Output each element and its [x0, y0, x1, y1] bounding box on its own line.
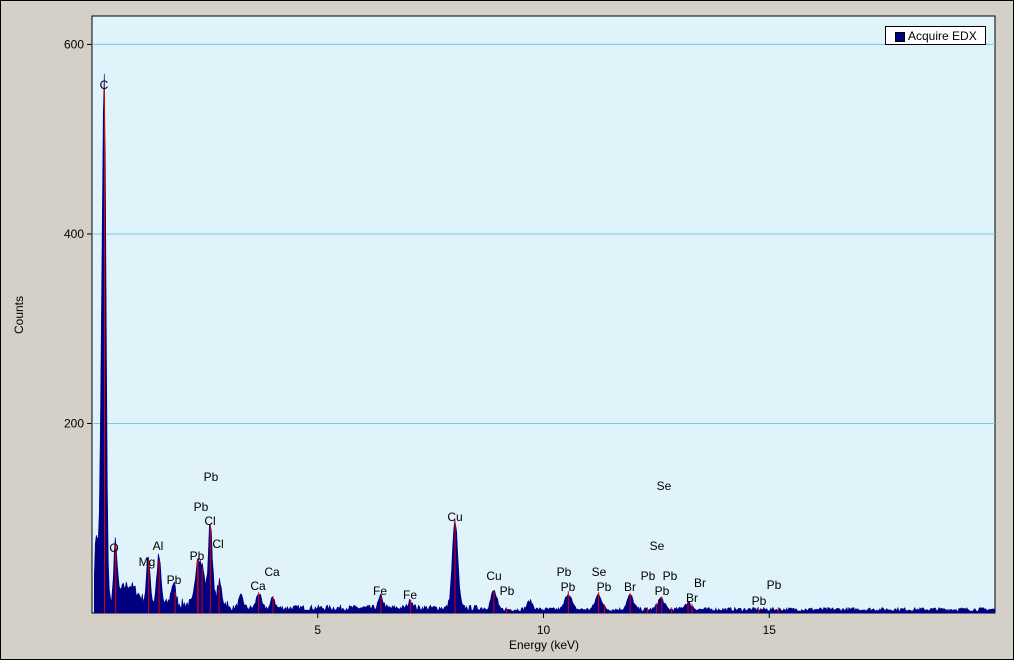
edx-spectrum-chart: COMgAlPbPbPbPbClClCaCaFe FeCuCuPbPbPbSePb…: [12, 15, 996, 652]
peak-label-se-19: Se: [592, 565, 607, 579]
y-axis-title: Counts: [12, 296, 26, 334]
peak-label-pb-24: Pb: [663, 569, 678, 583]
peak-label-br-21: Br: [624, 580, 636, 594]
peak-label-pb-7: Pb: [204, 470, 219, 484]
peak-label-c-0: C: [100, 78, 109, 92]
peak-label-pb-4: Pb: [167, 573, 182, 587]
peak-label-br-27: Br: [694, 576, 706, 590]
legend-entry-acquire-edx: Acquire EDX: [908, 29, 977, 43]
peak-label-o-1: O: [109, 541, 118, 555]
x-axis-title: Energy (keV): [509, 638, 579, 652]
peak-label-cl-9: Cl: [212, 537, 223, 551]
peak-label-pb-30: Pb: [767, 578, 782, 592]
peak-label-ca-11: Ca: [264, 565, 280, 579]
peak-label-br-28: Br: [686, 591, 698, 605]
peak-label-cl-8: Cl: [204, 514, 215, 528]
x-tick-label-15: 15: [763, 623, 777, 637]
peak-label-al-3: Al: [153, 539, 164, 553]
peak-label-pb-22: Pb: [641, 569, 656, 583]
legend: Acquire EDX: [885, 26, 986, 45]
chart-window: C O Mg Al Pb Pb Pb Pb Cl Cl Ca Ca Fe Fe Cu Cu Pb Pb Pb Se Pb…: [0, 0, 1014, 660]
peak-label-pb-5: Pb: [190, 549, 205, 563]
y-tick-label-600: 600: [64, 37, 84, 51]
peak-label-se-26: Se: [650, 539, 665, 553]
peak-label-pb-20: Pb: [597, 580, 612, 594]
peak-label-cu-14: Cu: [447, 510, 462, 524]
peak-label-pb-18: Pb: [561, 580, 576, 594]
y-tick-label-400: 400: [64, 227, 84, 241]
plot-area: [91, 15, 996, 614]
peak-label-se-25: Se: [657, 479, 672, 493]
peak-label-pb-29: Pb: [752, 594, 767, 608]
legend-swatch: [895, 32, 905, 42]
x-tick-label-10: 10: [537, 623, 551, 637]
y-tick-label-200: 200: [64, 416, 84, 430]
peak-label-ca-10: Ca: [250, 579, 266, 593]
peak-label-fe-13: Fe: [403, 588, 417, 602]
peak-label-fe-12: Fe: [373, 584, 387, 598]
peak-label-pb-16: Pb: [500, 584, 515, 598]
peak-label-pb-23: Pb: [655, 584, 670, 598]
x-tick-label-5: 5: [314, 623, 321, 637]
peak-label-cu-15: Cu: [486, 569, 501, 583]
peak-label-pb-17: Pb: [557, 565, 572, 579]
peak-label-pb-6: Pb: [194, 500, 209, 514]
peak-label-mg-2: Mg: [139, 555, 156, 569]
